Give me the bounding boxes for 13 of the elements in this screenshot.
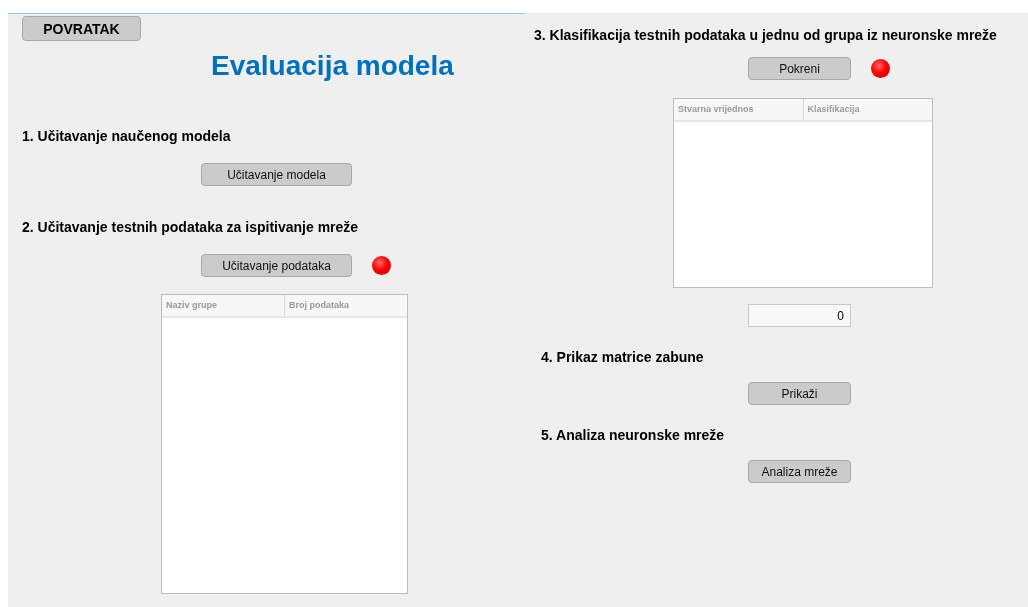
section-heading: 2. Učitavanje testnih podataka za ispitivanje mreže (22, 219, 359, 235)
section-heading: 4. Prikaz matrice zabune (541, 349, 704, 365)
action-button[interactable]: Analiza mreže (748, 460, 851, 483)
section-heading: 1. Učitavanje naučenog modela (22, 128, 231, 144)
section-heading: 3. Klasifikacija testnih podataka u jednu od grupa iz neuronske mreže (534, 27, 997, 43)
action-button[interactable]: Učitavanje podataka (201, 254, 352, 277)
count-field[interactable]: 0 (748, 304, 851, 327)
page-title: Evaluacija modela (211, 50, 454, 82)
run-button[interactable]: Pokreni (748, 57, 851, 80)
back-button[interactable]: POVRATAK (22, 16, 141, 41)
action-button[interactable]: Učitavanje modela (201, 163, 352, 186)
section-heading: 5. Analiza neuronske mreže (541, 427, 725, 443)
action-button[interactable]: Prikaži (748, 382, 851, 405)
